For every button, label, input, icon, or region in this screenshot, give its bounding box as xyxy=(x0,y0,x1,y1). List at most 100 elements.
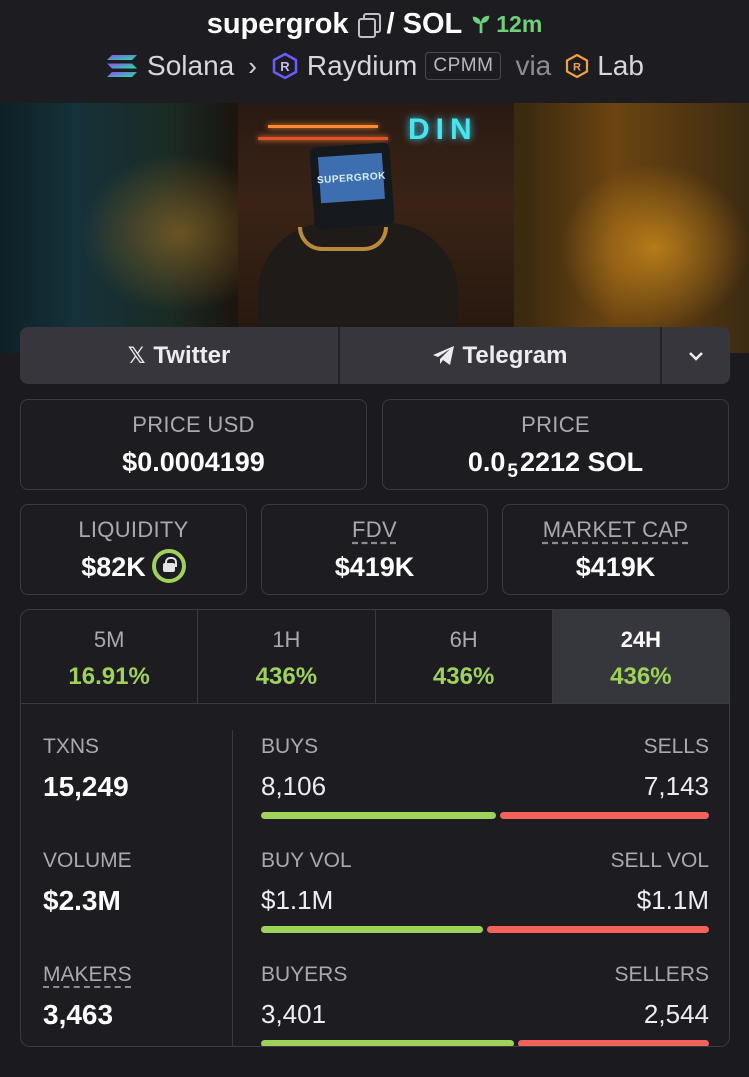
chevron-down-icon xyxy=(689,351,703,361)
sell-vol-bar-fill xyxy=(487,926,709,933)
robot-chain xyxy=(298,227,388,251)
stats-panel: 5M 16.91% 1H 436% 6H 436% 24H 436% TXNS … xyxy=(20,609,730,1047)
buys-sells-row: BUYS SELLS 8,106 7,143 xyxy=(261,735,709,849)
volume-value: $2.3M xyxy=(43,885,121,916)
price-usd-card: PRICE USD $0.0004199 xyxy=(20,399,367,490)
token-image: DIN SUPERGROK xyxy=(238,103,514,353)
volume-split-bar xyxy=(261,926,709,933)
price-native-prefix: 0.0 xyxy=(467,447,506,477)
price-native-value: 0.0 52212 SOL xyxy=(383,447,728,482)
buyers-value: 3,401 xyxy=(261,999,327,1029)
chevron-right-icon: › xyxy=(248,50,257,81)
twitter-label: Twitter xyxy=(153,341,231,369)
tab-label: 5M xyxy=(93,627,125,652)
x-icon: 𝕏 xyxy=(127,342,146,368)
price-native-card: PRICE 0.0 52212 SOL xyxy=(382,399,729,490)
lab-icon: R xyxy=(566,54,589,78)
market-cap-card: MARKET CAP $419K xyxy=(502,504,729,595)
tab-6h[interactable]: 6H 436% xyxy=(376,610,553,703)
tab-24h[interactable]: 24H 436% xyxy=(552,610,729,703)
buys-bar-fill xyxy=(261,812,497,819)
robot-screen: SUPERGROK xyxy=(317,152,386,204)
fdv-card: FDV $419K xyxy=(261,504,488,595)
telegram-button[interactable]: Telegram xyxy=(340,327,662,384)
social-links: 𝕏 Twitter Telegram xyxy=(20,327,730,384)
age-value: 12m xyxy=(496,10,543,37)
splits-column: BUYS SELLS 8,106 7,143 BUY VOL SELL VOL … xyxy=(261,735,709,1046)
neon-sign: DIN xyxy=(408,113,478,146)
sprout-icon xyxy=(472,15,490,34)
sells-label: SELLS xyxy=(643,735,709,758)
column-divider xyxy=(232,730,233,1046)
buys-sells-bar xyxy=(261,812,709,819)
fdv-value: $419K xyxy=(334,552,415,582)
price-native-digits: 2212 xyxy=(520,447,581,477)
sellers-value: 2,544 xyxy=(643,999,709,1029)
fdv-label[interactable]: FDV xyxy=(352,517,397,542)
lock-icon[interactable] xyxy=(151,549,186,583)
sellers-bar-fill xyxy=(518,1040,709,1046)
dex-link[interactable]: Raydium xyxy=(307,50,417,82)
solana-icon xyxy=(107,55,138,77)
neon-stripe xyxy=(268,125,378,128)
copy-icon[interactable] xyxy=(357,13,381,38)
tab-1h[interactable]: 1H 436% xyxy=(198,610,376,703)
tab-change: 436% xyxy=(432,663,495,690)
txns-value: 15,249 xyxy=(43,771,129,802)
tab-change: 436% xyxy=(610,663,672,690)
buy-vol-bar-fill xyxy=(261,926,483,933)
tab-label: 24H xyxy=(620,627,662,652)
liquidity-label: LIQUIDITY xyxy=(78,517,189,542)
price-native-unit: SOL xyxy=(587,447,644,477)
makers-label[interactable]: MAKERS xyxy=(43,963,132,986)
liquidity-value: $82K xyxy=(81,552,146,583)
price-usd-value: $0.0004199 xyxy=(122,447,265,477)
volume-metric: VOLUME $2.3M xyxy=(43,849,223,963)
more-links-button[interactable] xyxy=(662,327,730,384)
buyers-label: BUYERS xyxy=(261,963,348,986)
tab-change: 436% xyxy=(255,663,318,690)
token-name: supergrok xyxy=(206,7,349,40)
price-native-zero-count: 5 xyxy=(507,461,518,482)
sellers-label: SELLERS xyxy=(614,963,709,986)
txns-label: TXNS xyxy=(43,735,100,758)
txns-metric: TXNS 15,249 xyxy=(43,735,223,849)
pair-header: supergrok / SOL 12m Solana › R Raydium C… xyxy=(0,0,749,103)
liquidity-card: LIQUIDITY $82K xyxy=(20,504,247,595)
market-cap-label[interactable]: MARKET CAP xyxy=(543,517,689,542)
sells-value: 7,143 xyxy=(643,771,709,801)
buys-value: 8,106 xyxy=(261,771,327,801)
price-native-label: PRICE xyxy=(521,412,590,437)
timeframe-tabs: 5M 16.91% 1H 436% 6H 436% 24H 436% xyxy=(21,610,729,704)
sell-vol-label: SELL VOL xyxy=(610,849,709,872)
chain-link[interactable]: Solana xyxy=(147,50,234,82)
buy-vol-value: $1.1M xyxy=(261,885,334,915)
telegram-icon xyxy=(432,345,454,365)
banner-blur-right xyxy=(560,163,749,333)
telegram-label: Telegram xyxy=(462,341,568,369)
buys-label: BUYS xyxy=(261,735,319,758)
pool-type-badge: CPMM xyxy=(425,52,502,80)
robot-head: SUPERGROK xyxy=(309,142,395,230)
twitter-button[interactable]: 𝕏 Twitter xyxy=(20,327,340,384)
price-usd-label: PRICE USD xyxy=(132,412,255,437)
makers-value: 3,463 xyxy=(43,999,114,1030)
via-label: via xyxy=(515,50,552,81)
tab-change: 16.91% xyxy=(68,663,150,690)
liquidity-value-row: $82K xyxy=(21,549,246,586)
pair-age: 12m xyxy=(470,11,542,38)
chain-row: Solana › R Raydium CPMM via R Lab xyxy=(0,48,749,84)
tab-5m[interactable]: 5M 16.91% xyxy=(21,610,199,703)
totals-column: TXNS 15,249 VOLUME $2.3M MAKERS 3,463 xyxy=(43,735,223,1046)
svg-text:R: R xyxy=(280,59,290,74)
neon-stripe xyxy=(258,137,388,140)
sells-bar-fill xyxy=(500,812,709,819)
market-cap-value: $419K xyxy=(575,552,656,582)
buyers-bar-fill xyxy=(261,1040,515,1046)
launchpad-link[interactable]: Lab xyxy=(597,50,644,82)
token-banner: DIN SUPERGROK xyxy=(0,103,749,353)
volume-split-row: BUY VOL SELL VOL $1.1M $1.1M xyxy=(261,849,709,963)
tab-label: 1H xyxy=(272,627,301,652)
buyers-sellers-row: BUYERS SELLERS 3,401 2,544 xyxy=(261,963,709,1046)
buyers-sellers-bar xyxy=(261,1040,709,1046)
